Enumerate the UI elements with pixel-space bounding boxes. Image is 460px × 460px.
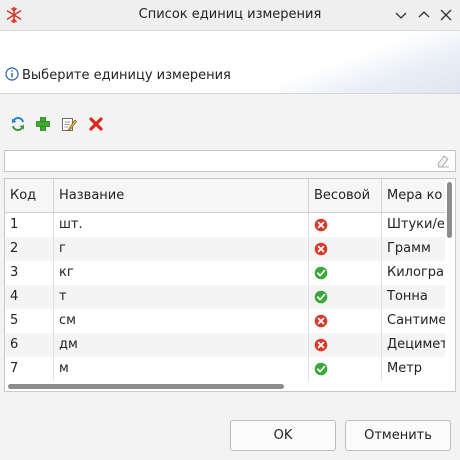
banner-decoration bbox=[280, 31, 460, 93]
units-table: Код Название Весовой Мера ко 1 шт. Штуки/е… bbox=[4, 178, 456, 392]
table-row[interactable]: 6 дм Децимет bbox=[5, 333, 448, 357]
cross-icon bbox=[314, 313, 328, 327]
cell-weight bbox=[309, 309, 382, 333]
table-row[interactable]: 7 м Метр bbox=[5, 357, 445, 381]
maximize-icon[interactable] bbox=[413, 4, 435, 26]
cell-code: 6 bbox=[5, 333, 54, 357]
cell-weight bbox=[309, 261, 382, 285]
table-row[interactable]: 2 г Грамм bbox=[5, 237, 445, 261]
cell-code: 1 bbox=[5, 213, 54, 237]
add-icon[interactable] bbox=[33, 114, 53, 134]
instruction-text: Выберите единицу измерения bbox=[22, 68, 231, 83]
cell-name: дм bbox=[54, 333, 309, 357]
delete-icon[interactable] bbox=[86, 114, 106, 134]
check-icon bbox=[314, 289, 328, 303]
table-row[interactable]: 4 т Тонна bbox=[5, 285, 445, 309]
cancel-button[interactable]: Отменить bbox=[345, 420, 451, 451]
table-row[interactable]: 3 кг Килогра bbox=[5, 261, 445, 285]
cell-name: г bbox=[54, 237, 309, 261]
table-row[interactable]: 1 шт. Штуки/е bbox=[5, 213, 445, 237]
cell-weight bbox=[309, 213, 382, 237]
cell-weight bbox=[309, 285, 382, 309]
cell-name: т bbox=[54, 285, 309, 309]
check-icon bbox=[314, 361, 328, 375]
table-row[interactable]: 5 см Сантиме bbox=[5, 309, 446, 333]
column-header-weight[interactable]: Весовой bbox=[309, 179, 382, 212]
cell-code: 4 bbox=[5, 285, 54, 309]
refresh-icon[interactable] bbox=[8, 114, 28, 134]
cell-code: 3 bbox=[5, 261, 54, 285]
title-bar: Список единиц измерения bbox=[0, 0, 460, 31]
check-icon bbox=[314, 265, 328, 279]
cross-icon bbox=[314, 241, 328, 255]
vertical-scrollbar[interactable] bbox=[445, 179, 455, 391]
cell-name: шт. bbox=[54, 213, 309, 237]
toolbar bbox=[0, 112, 460, 136]
info-icon bbox=[5, 67, 19, 81]
cell-name: см bbox=[54, 309, 309, 333]
eraser-icon[interactable] bbox=[436, 154, 450, 168]
column-header-code[interactable]: Код bbox=[5, 179, 54, 212]
edit-icon[interactable] bbox=[59, 114, 79, 134]
cell-name: м bbox=[54, 357, 309, 381]
cross-icon bbox=[314, 217, 328, 231]
cell-weight bbox=[309, 333, 382, 357]
search-input[interactable] bbox=[5, 151, 435, 171]
table-header: Код Название Весовой Мера ко bbox=[5, 179, 455, 213]
cell-name: кг bbox=[54, 261, 309, 285]
column-header-name[interactable]: Название bbox=[54, 179, 309, 212]
vertical-scroll-thumb[interactable] bbox=[447, 182, 452, 238]
horizontal-scroll-thumb[interactable] bbox=[8, 384, 284, 389]
cell-weight bbox=[309, 357, 382, 381]
horizontal-scrollbar[interactable] bbox=[5, 381, 445, 391]
close-icon[interactable] bbox=[435, 4, 457, 26]
cell-weight bbox=[309, 237, 382, 261]
ok-button[interactable]: OK bbox=[230, 420, 336, 451]
filter-field bbox=[4, 150, 456, 172]
cross-icon bbox=[314, 337, 328, 351]
minimize-icon[interactable] bbox=[390, 4, 412, 26]
cell-code: 2 bbox=[5, 237, 54, 261]
cell-code: 7 bbox=[5, 357, 54, 381]
header-banner: Выберите единицу измерения bbox=[0, 31, 460, 94]
cell-code: 5 bbox=[5, 309, 54, 333]
